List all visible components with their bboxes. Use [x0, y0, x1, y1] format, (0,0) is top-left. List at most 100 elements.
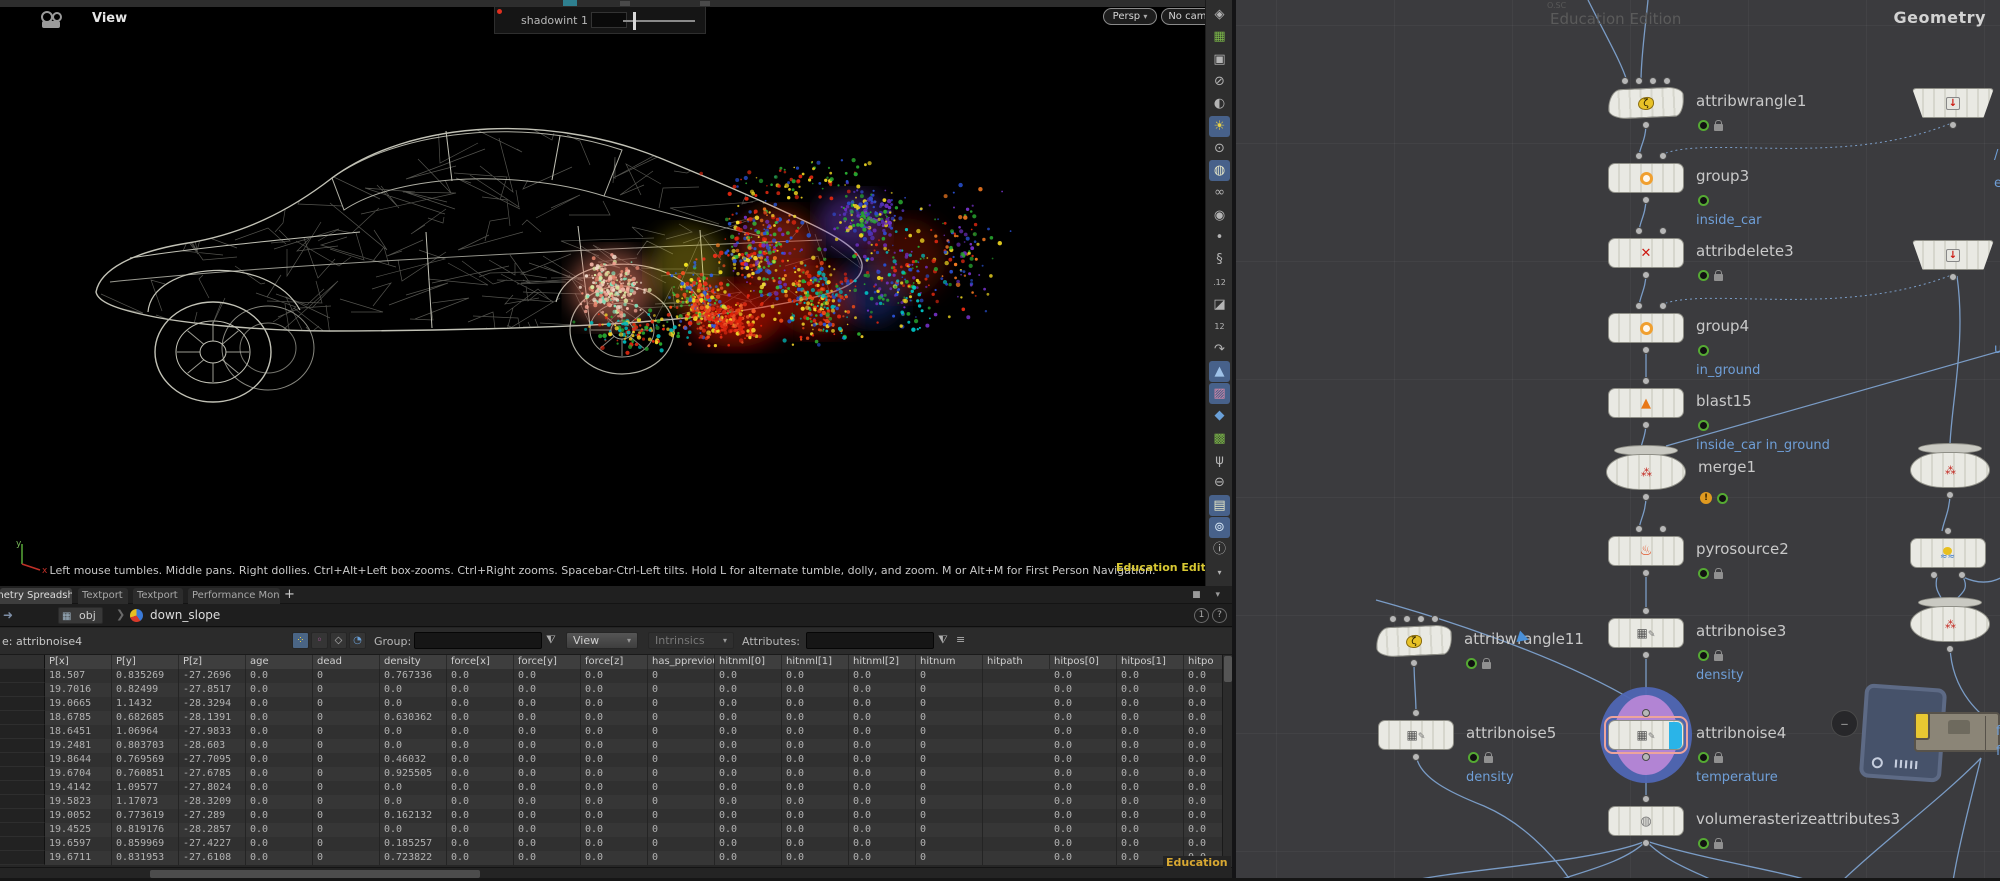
column-header[interactable]: force[x]	[447, 655, 514, 669]
node-name[interactable]: merge1	[1698, 458, 1756, 476]
column-header[interactable]: force[y]	[514, 655, 581, 669]
node-name[interactable]: attribnoise5	[1466, 724, 1556, 742]
intrinsics-dropdown[interactable]: Intrinsics▾	[648, 632, 734, 649]
zoom-out-icon[interactable]: –	[1831, 710, 1858, 737]
table-vertical-scrollbar[interactable]	[1222, 655, 1232, 867]
input-connector[interactable]	[1642, 709, 1650, 717]
node-name[interactable]: group4	[1696, 317, 1749, 335]
merge-node-icon[interactable]: ⁂	[1606, 454, 1686, 490]
input-connector[interactable]	[1659, 302, 1667, 310]
output-connector[interactable]	[1642, 651, 1650, 659]
table-row[interactable]: 19.06651.1432-28.32940.000.00.00.00.000.…	[0, 697, 1222, 711]
merge-node-icon[interactable]: ⁂	[1910, 452, 1990, 488]
volume-node-icon[interactable]: ◍	[1608, 806, 1684, 836]
column-header[interactable]: density	[380, 655, 447, 669]
node-name[interactable]: attribdelete3	[1696, 242, 1794, 260]
output-connector[interactable]	[1642, 753, 1650, 761]
prim-marker-icon[interactable]: ◪	[1209, 294, 1230, 315]
shade-mode-icon[interactable]: ◐	[1209, 93, 1230, 114]
table-row[interactable]: 19.86440.769569-27.70950.000.460320.00.0…	[0, 753, 1222, 767]
column-header[interactable]: hitnum	[916, 655, 983, 669]
output-connector[interactable]	[1946, 491, 1954, 499]
output-connector[interactable]	[1410, 659, 1418, 667]
delete-node-icon[interactable]: ✕	[1608, 238, 1684, 268]
input-connector[interactable]	[1944, 527, 1952, 535]
scroll-thumb[interactable]	[1224, 656, 1232, 682]
table-row[interactable]: 19.65970.859969-27.42270.000.1852570.00.…	[0, 837, 1222, 851]
output-connector[interactable]	[1949, 121, 1957, 129]
view-layout-icon[interactable]: ◈	[1209, 4, 1230, 25]
node-clipped[interactable]: ⁂	[1910, 452, 1990, 488]
blast-node-icon[interactable]: ▲	[1608, 388, 1684, 418]
input-connector[interactable]	[1403, 615, 1411, 623]
pane-tab-textport[interactable]: Textport✕	[78, 588, 128, 604]
help-badge[interactable]: ?	[1212, 608, 1227, 623]
scroll-thumb[interactable]	[150, 870, 480, 878]
input-connector[interactable]	[1642, 607, 1650, 615]
material-sphere-icon[interactable]: ◍	[1209, 160, 1230, 181]
info-icon[interactable]: ⓘ	[1209, 539, 1230, 560]
pane-tab-geometry-spreadsheet[interactable]: Geometry Spreadsheet✕	[0, 588, 72, 604]
input-connector[interactable]	[1642, 795, 1650, 803]
node-volumerasterizeattributes3[interactable]: ◍volumerasterizeattributes3	[1608, 806, 1684, 836]
output-connector[interactable]	[1642, 271, 1650, 279]
table-row[interactable]: 19.45250.819176-28.28570.000.00.00.00.00…	[0, 823, 1222, 837]
persp-view-button[interactable]: Persp ▾	[1103, 8, 1157, 25]
node-attribdelete3[interactable]: ✕attribdelete3	[1608, 238, 1684, 268]
output-connector[interactable]	[1642, 421, 1650, 429]
scene-viewport[interactable]: View shadowint 1 Persp ▾ No cam ▾ Left m…	[0, 0, 1232, 586]
table-row[interactable]: 18.5070.835269-27.26960.000.7673360.00.0…	[0, 669, 1222, 683]
output-connector[interactable]	[1642, 346, 1650, 354]
input-connector[interactable]	[1635, 525, 1643, 533]
points-mode-icon[interactable]: ⁘	[292, 632, 309, 649]
node-clipped[interactable]: ↓	[1912, 240, 1994, 270]
node-clipped[interactable]: ≈≈	[1910, 538, 1986, 568]
output-connector[interactable]	[1412, 753, 1420, 761]
pane-tab-performance-monitor[interactable]: Performance Monitor✕	[188, 588, 280, 604]
duck-node-icon[interactable]: ≈≈	[1910, 538, 1986, 568]
noise-node-icon[interactable]: ▦✎	[1378, 720, 1454, 750]
group-node-icon[interactable]	[1608, 313, 1684, 343]
pane-tab-textport[interactable]: Textport✕	[133, 588, 183, 604]
snap-grid-icon[interactable]: ▦	[1209, 26, 1230, 47]
input-connector[interactable]	[1659, 152, 1667, 160]
point-marker-icon[interactable]: •	[1209, 227, 1230, 248]
column-header[interactable]: has_pprevious	[648, 655, 715, 669]
output-connector[interactable]	[1958, 571, 1966, 579]
column-header[interactable]: P[y]	[112, 655, 179, 669]
lock-icon[interactable]: ▣	[1209, 49, 1230, 70]
background-image-icon[interactable]: ▤	[1209, 495, 1230, 516]
input-connector[interactable]	[1659, 227, 1667, 235]
node-clipped[interactable]: ↓	[1912, 88, 1994, 118]
texture-checker-icon[interactable]: ▨	[1209, 383, 1230, 404]
primitives-mode-icon[interactable]: ◇	[330, 632, 347, 649]
input-connector[interactable]	[1635, 152, 1643, 160]
input-connector[interactable]	[1659, 525, 1667, 533]
column-header[interactable]: hitpos[1]	[1117, 655, 1184, 669]
input-connector[interactable]	[1417, 615, 1425, 623]
node-merge1[interactable]: ⁂merge1!	[1606, 454, 1686, 490]
hud-slider-value-field[interactable]	[591, 12, 627, 28]
column-header[interactable]: hitpos[0]	[1050, 655, 1117, 669]
input-connector[interactable]	[1642, 377, 1650, 385]
input-connector[interactable]	[1412, 709, 1420, 717]
output-connector[interactable]	[1930, 571, 1938, 579]
follow-selection-icon[interactable]: ➜	[3, 608, 13, 622]
table-row[interactable]: 18.64511.06964-27.98330.000.00.00.00.000…	[0, 725, 1222, 739]
column-header[interactable]: hitnml[0]	[715, 655, 782, 669]
multi-pass-icon[interactable]: ⊖	[1209, 472, 1230, 493]
table-row[interactable]: 19.24810.803703-28.6030.000.00.00.00.000…	[0, 739, 1222, 753]
point-numbers-icon[interactable]: .12	[1209, 272, 1230, 293]
output-connector[interactable]	[1949, 273, 1957, 281]
table-row[interactable]: 19.00520.773619-27.2890.000.1621320.00.0…	[0, 809, 1222, 823]
node-clipped[interactable]: ⁂!	[1910, 606, 1990, 642]
breadcrumb-current[interactable]: down_slope	[150, 608, 220, 622]
lights-off-icon[interactable]: ⊘	[1209, 71, 1230, 92]
node-attribwrangle1[interactable]: ζattribwrangle1	[1608, 88, 1684, 118]
more-arrow-icon[interactable]: ▾	[1209, 562, 1230, 583]
node-name[interactable]: group3	[1696, 167, 1749, 185]
viewport-canvas[interactable]	[0, 0, 1232, 586]
node-name[interactable]: attribnoise4	[1696, 724, 1786, 742]
objmerge-node-icon[interactable]: ↓	[1912, 240, 1994, 270]
input-connector[interactable]	[1635, 77, 1643, 85]
